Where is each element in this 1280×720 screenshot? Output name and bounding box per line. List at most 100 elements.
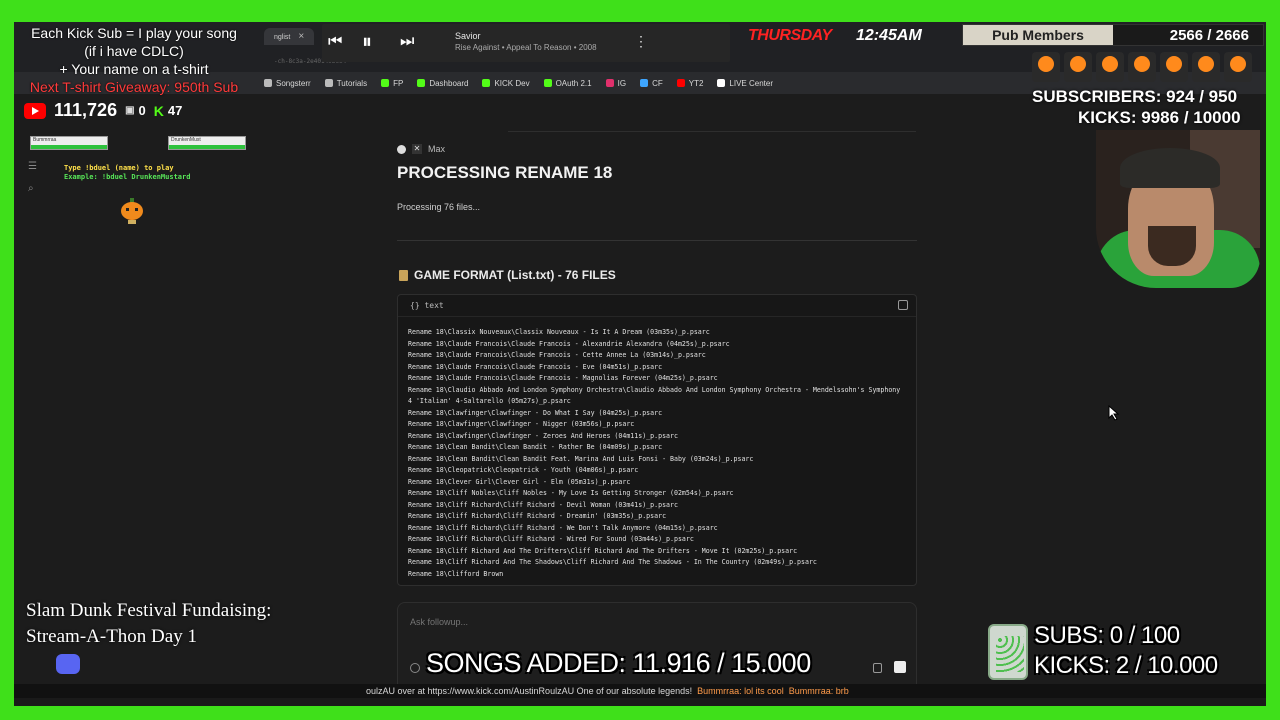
pub-members-count: 2566 / 2666 xyxy=(1169,27,1249,44)
model-row: ✕ Max xyxy=(397,144,445,154)
duel-health-bars: Bummrraa DrunkenMust xyxy=(30,136,246,150)
code-line: Rename 18\Cliff Nobles\Cliff Nobles - My… xyxy=(408,489,734,497)
mouse-cursor-icon xyxy=(1108,405,1120,421)
bookmark-tutorials[interactable]: Tutorials xyxy=(324,78,368,88)
music-player: ⏮ ⏸ ⏭ Savior Rise Against • Appeal To Re… xyxy=(322,24,730,62)
promo-line: Next T-shirt Giveaway: 950th Sub xyxy=(29,79,239,95)
bookmark-kick-dev[interactable]: KICK Dev xyxy=(482,78,530,88)
kick-icon xyxy=(417,79,426,87)
instagram-icon xyxy=(605,79,614,87)
duel-bar-right: DrunkenMust xyxy=(168,136,246,150)
songs-added-counter: SONGS ADDED: 11.916 / 15.000 xyxy=(426,648,811,678)
code-line: Rename 18\Cleopatrick\Cleopatrick - Yout… xyxy=(408,466,639,474)
kicks-stat: KICKS: 9986 / 10000 xyxy=(1078,108,1241,127)
ticker-message: Bummrraa: brb xyxy=(788,686,849,696)
fundraiser-line: Slam Dunk Festival Fundaising: xyxy=(26,600,272,621)
code-line: Rename 18\Cliff Richard\Cliff Richard - … xyxy=(408,535,694,543)
duel-line: Type !bduel (name) to play xyxy=(64,164,174,172)
bookmark-dashboard[interactable]: Dashboard xyxy=(417,79,468,88)
divider xyxy=(397,240,917,241)
status-dot-icon xyxy=(397,144,406,154)
code-block: {} text Rename 18\Classix Nouveaux\Class… xyxy=(397,294,917,586)
bookmark-label: LIVE Center xyxy=(729,78,773,88)
code-language-label: text xyxy=(424,301,444,310)
avatar xyxy=(1064,52,1092,82)
bookmark-label: Tutorials xyxy=(336,78,368,88)
folder-icon xyxy=(264,79,272,87)
pub-members-box: Pub Members 2566 / 2666 xyxy=(962,24,1264,46)
folder-icon xyxy=(324,79,333,87)
fundraiser-banner: Slam Dunk Festival Fundaising: Stream-A-… xyxy=(26,598,271,650)
code-header: {} text xyxy=(398,295,916,317)
youtube-icon xyxy=(676,79,685,87)
model-label: Max xyxy=(428,144,446,154)
bookmark-label: CF xyxy=(652,78,663,88)
bookmark-label: IG xyxy=(617,78,627,88)
chat-ticker: oulzAU over at https://www.kick.com/Aust… xyxy=(14,684,1266,698)
avatar xyxy=(1224,52,1252,82)
fundraiser-line: Stream-A-Thon Day 1 xyxy=(26,626,197,647)
kicks-goal: KICKS: 2 / 10.000 xyxy=(1034,652,1218,679)
code-line: Rename 18\Cliff Richard And The Shadows\… xyxy=(408,558,817,566)
followup-input[interactable] xyxy=(410,617,890,627)
twitch-icon: ▣ xyxy=(125,105,135,116)
code-line: Rename 18\Clean Bandit\Clean Bandit Feat… xyxy=(408,454,754,463)
bookmark-fp[interactable]: FP xyxy=(381,79,403,88)
close-icon[interactable]: × xyxy=(298,31,304,42)
response-title: PROCESSING RENAME 18 xyxy=(397,163,613,182)
member-avatars xyxy=(1032,52,1252,82)
youtube-count: 111,726 xyxy=(54,100,118,120)
code-line: Rename 18\Cliff Richard And The Drifters… xyxy=(408,546,798,555)
twitch-count: 0 xyxy=(138,103,146,118)
avatar xyxy=(1128,52,1156,82)
code-line: Rename 18\Classix Nouveaux\Classix Nouve… xyxy=(408,328,710,336)
code-line: Rename 18\Claude Francois\Claude Francoi… xyxy=(408,351,706,359)
divider xyxy=(508,122,916,132)
search-icon[interactable]: ⌕ xyxy=(28,178,37,200)
bookmark-cf[interactable]: CF xyxy=(640,79,663,88)
youtube-icon xyxy=(24,102,46,119)
code-line: Rename 18\Claudio Abbado And London Symp… xyxy=(408,385,905,406)
code-content: Rename 18\Classix Nouveaux\Classix Nouve… xyxy=(398,317,916,580)
code-line: Rename 18\Clawfinger\Clawfinger - Zeroes… xyxy=(408,431,678,440)
kick-stat: K 47 xyxy=(154,103,183,119)
avatar xyxy=(1096,52,1124,82)
code-line: Rename 18\Clawfinger\Clawfinger - Nigger… xyxy=(408,420,635,428)
kick-icon xyxy=(381,79,390,87)
copy-icon[interactable] xyxy=(898,300,908,310)
discord-icon xyxy=(56,654,80,674)
bookmark-label: KICK Dev xyxy=(494,78,530,88)
song-subtitle: Rise Against • Appeal To Reason • 2008 xyxy=(455,43,597,52)
processing-status: Processing 76 files... xyxy=(397,202,481,212)
day-label: THURSDAY xyxy=(748,27,832,44)
code-line: Rename 18\Clean Bandit\Clean Bandit - Ra… xyxy=(408,443,663,451)
code-line: Rename 18\Cliff Richard\Cliff Richard - … xyxy=(408,523,718,532)
stop-button[interactable] xyxy=(894,661,906,673)
clock: 12:45AM xyxy=(856,27,922,44)
subs-goal: SUBS: 0 / 100 xyxy=(1034,622,1180,649)
bookmark-live-center[interactable]: LIVE Center xyxy=(717,79,773,88)
attach-icon[interactable] xyxy=(410,663,420,673)
code-language: {} text xyxy=(410,301,444,310)
twitch-stat: ▣ 0 xyxy=(125,103,146,118)
kick-icon xyxy=(482,79,491,87)
mic-icon[interactable] xyxy=(873,663,882,673)
kick-icon xyxy=(543,79,552,87)
next-track-icon[interactable]: ⏭ xyxy=(400,32,414,52)
bookmark-label: YT2 xyxy=(688,78,704,88)
avatar xyxy=(1032,52,1060,82)
pumpkin-character-icon xyxy=(121,198,143,224)
bookmark-songsterr[interactable]: Songsterr xyxy=(264,79,311,88)
pub-members-label: Pub Members xyxy=(963,25,1113,45)
more-options-icon[interactable]: ⋮ xyxy=(634,33,648,50)
pause-icon[interactable]: ⏸ xyxy=(362,32,372,52)
browser-tab[interactable]: nglist × xyxy=(264,28,315,45)
song-title: Savior xyxy=(455,31,481,41)
promo-line: + Your name on a t-shirt xyxy=(59,61,209,77)
duel-bar-left: Bummrraa xyxy=(30,136,108,150)
bookmark-yt2[interactable]: YT2 xyxy=(676,78,704,88)
list-icon[interactable]: ☰ xyxy=(28,156,37,178)
bookmark-oauth[interactable]: OAuth 2.1 xyxy=(543,79,592,88)
previous-track-icon[interactable]: ⏮ xyxy=(328,32,342,52)
bookmark-ig[interactable]: IG xyxy=(605,78,627,88)
